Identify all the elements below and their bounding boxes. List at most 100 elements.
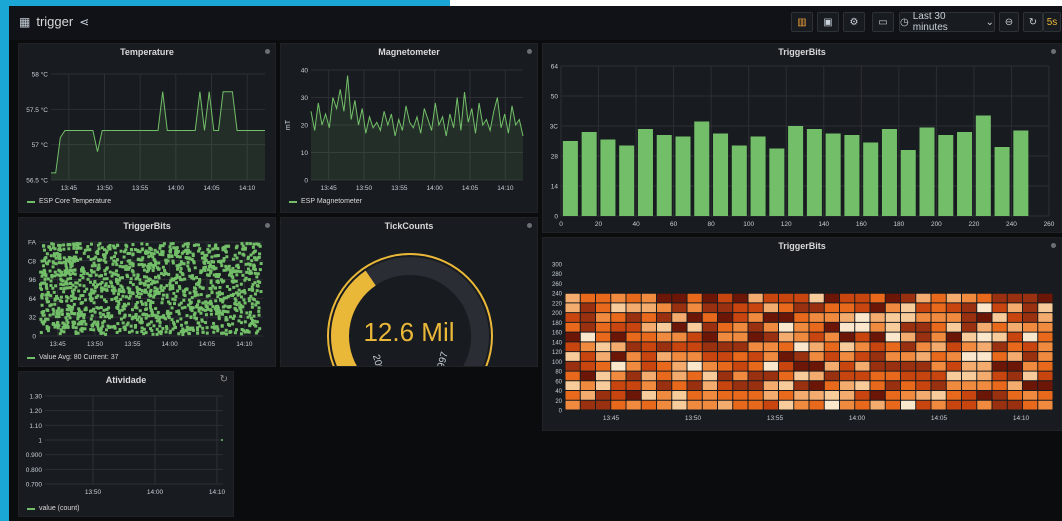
add-panel-button[interactable]: ▥ [791, 12, 813, 32]
panel-menu-icon[interactable] [527, 49, 532, 54]
scatter-point [53, 298, 57, 302]
scatter-point [51, 322, 55, 326]
x-tick-label: 60 [670, 221, 678, 228]
heatmap-cell [641, 332, 656, 342]
heatmap-cell [809, 322, 824, 332]
scatter-point [170, 306, 174, 310]
scatter-point [108, 270, 112, 274]
triggerbits-heatmap-title[interactable]: TriggerBits [543, 241, 1061, 251]
heatmap-cell [1007, 293, 1022, 303]
y-tick-label: 20 [555, 399, 562, 405]
scatter-point [161, 265, 165, 269]
scatter-point [53, 302, 57, 306]
heatmap-cell [885, 381, 900, 391]
scatter-point [92, 270, 96, 274]
scatter-point [67, 312, 71, 316]
heatmap-cell [580, 293, 595, 303]
refresh-interval-button[interactable]: 5s [1043, 12, 1061, 32]
scatter-point [72, 255, 76, 259]
scatter-point [74, 297, 78, 301]
scatter-point [138, 295, 142, 299]
scatter-point [54, 262, 58, 266]
scatter-point [214, 286, 218, 290]
y-tick-label: 30 [301, 95, 309, 102]
scatter-point [49, 303, 53, 307]
y-tick-label: 0 [559, 409, 563, 415]
scatter-point [226, 295, 230, 299]
triggerbits-bar-title[interactable]: TriggerBits [543, 47, 1061, 57]
scatter-point [177, 332, 181, 336]
scatter-point [66, 277, 70, 281]
scatter-point [216, 329, 220, 333]
scatter-point [122, 307, 126, 311]
scatter-point [124, 295, 128, 299]
triggerbits-scatter-legend[interactable]: Value Avg: 80 Current: 37 [27, 354, 119, 361]
heatmap-cell [641, 391, 656, 400]
scatter-point [249, 253, 253, 257]
scatter-point [222, 257, 226, 261]
temperature-title[interactable]: Temperature [19, 47, 275, 57]
scatter-point [99, 306, 103, 310]
magnetometer-legend[interactable]: ESP Magnetometer [289, 198, 362, 205]
scatter-point [175, 275, 179, 279]
atividade-legend[interactable]: value (count) [27, 505, 79, 512]
heatmap-cell [657, 322, 672, 332]
scatter-point [232, 279, 236, 283]
heatmap-cell [657, 352, 672, 361]
temperature-legend[interactable]: ESP Core Temperature [27, 198, 111, 205]
panel-menu-icon[interactable] [1051, 49, 1056, 54]
heatmap-cell [763, 313, 778, 322]
scatter-point [82, 284, 86, 288]
cycle-view-button[interactable]: ▭ [872, 12, 894, 32]
triggerbits-scatter-title[interactable]: TriggerBits [19, 221, 275, 231]
magnetometer-legend-label: ESP Magnetometer [301, 198, 362, 205]
dashboard-title[interactable]: trigger [36, 14, 73, 29]
heatmap-cell [626, 361, 641, 371]
heatmap-cell [565, 342, 580, 352]
scatter-point [130, 269, 134, 273]
refresh-button[interactable]: ↻ [1023, 12, 1043, 32]
scatter-point [177, 309, 181, 313]
settings-button[interactable]: ⚙ [843, 12, 865, 32]
atividade-title[interactable]: Atividade [19, 375, 233, 385]
share-icon[interactable]: ⋖ [79, 15, 89, 29]
heatmap-cell [672, 322, 687, 332]
heatmap-cell [748, 303, 763, 313]
scatter-point [128, 265, 132, 269]
save-dashboard-button[interactable]: ▣ [817, 12, 839, 32]
heatmap-cell [687, 332, 702, 342]
panel-menu-icon[interactable] [1051, 243, 1056, 248]
dashboard-grid-icon[interactable]: ▦ [19, 15, 30, 29]
x-tick-label: 13:55 [124, 341, 141, 348]
panel-menu-icon[interactable] [265, 49, 270, 54]
scatter-point [221, 331, 225, 335]
scatter-point [77, 315, 81, 319]
scatter-point [156, 250, 160, 254]
scatter-point [139, 258, 143, 262]
x-tick-label: 14:05 [199, 341, 216, 348]
scatter-point [114, 251, 118, 255]
panel-menu-icon[interactable] [265, 223, 270, 228]
heatmap-cell [992, 342, 1007, 352]
heatmap-cell [596, 391, 611, 400]
time-picker-button[interactable]: ◷ Last 30 minutes ⌄ [899, 11, 995, 33]
heatmap-cell [840, 381, 855, 391]
scatter-point [99, 328, 103, 332]
scatter-point [89, 317, 93, 321]
scatter-point [154, 260, 158, 264]
heatmap-cell [779, 371, 794, 381]
magnetometer-title[interactable]: Magnetometer [281, 47, 537, 57]
heatmap-cell [611, 293, 626, 303]
heatmap-cell [1007, 352, 1022, 361]
scatter-point [74, 285, 78, 289]
scatter-point [256, 280, 260, 284]
scatter-point [234, 328, 238, 332]
zoom-out-button[interactable]: ⊖ [999, 12, 1019, 32]
scatter-point [257, 242, 261, 246]
scatter-point [81, 266, 85, 270]
x-tick-label: 240 [1006, 221, 1017, 228]
heatmap-cell [885, 293, 900, 303]
heatmap-cell [809, 303, 824, 313]
refresh-icon[interactable]: ↻ [220, 374, 228, 385]
heatmap-cell [687, 293, 702, 303]
